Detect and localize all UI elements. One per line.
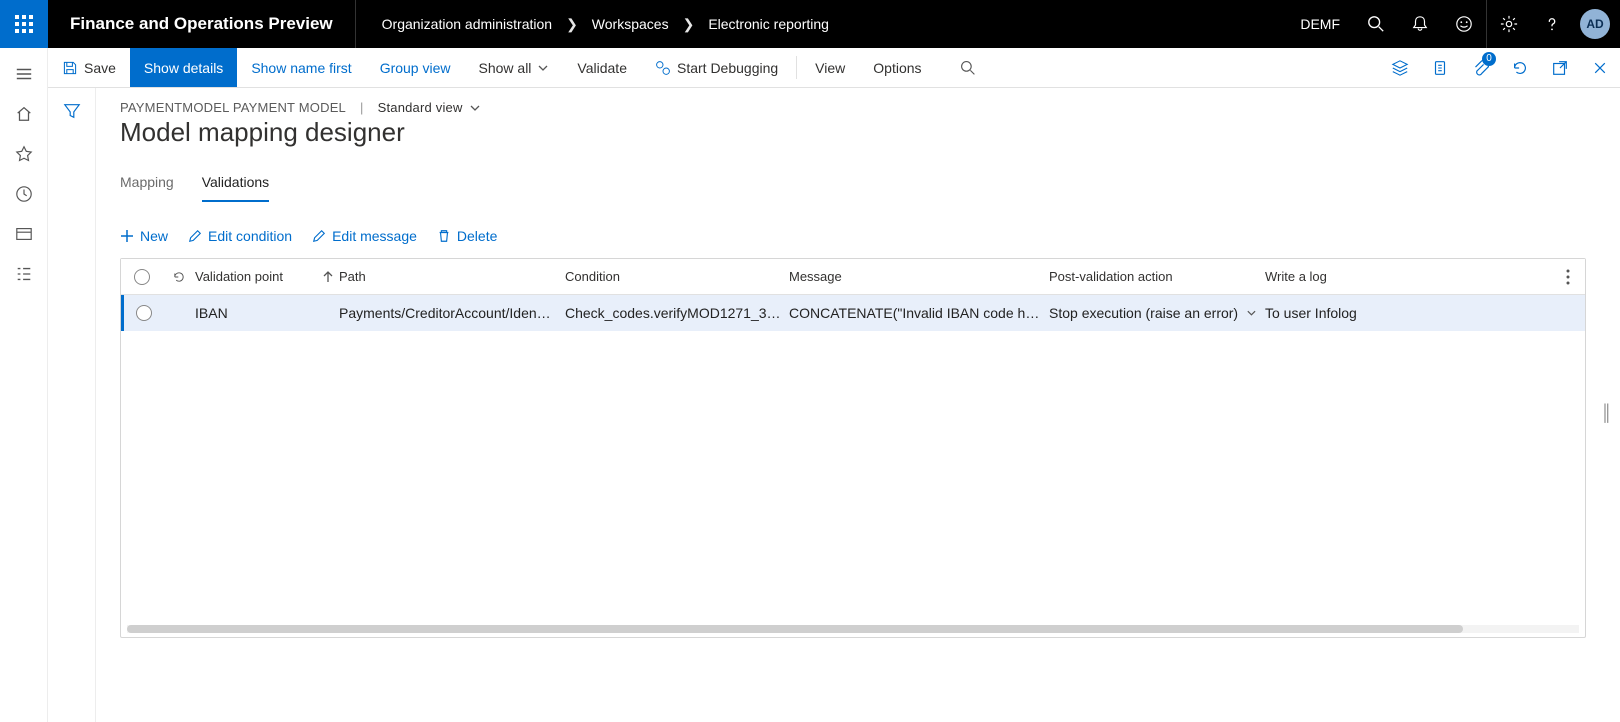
column-message[interactable]: Message xyxy=(789,269,1049,284)
cell-post-action[interactable]: Stop execution (raise an error) xyxy=(1049,305,1265,321)
cell-path: Payments/CreditorAccount/Iden… xyxy=(339,305,565,321)
nav-expand-button[interactable] xyxy=(0,54,48,94)
tab-validations[interactable]: Validations xyxy=(202,170,269,202)
app-name: Finance and Operations Preview xyxy=(48,0,356,48)
group-view-button[interactable]: Group view xyxy=(366,48,465,87)
validations-grid: Validation point Path Condition Message … xyxy=(120,258,1586,638)
page-caption: PAYMENTMODEL PAYMENT MODEL | Standard vi… xyxy=(120,100,1620,115)
page-search-button[interactable] xyxy=(948,48,988,88)
row-checkbox[interactable] xyxy=(124,305,163,321)
page-content: PAYMENTMODEL PAYMENT MODEL | Standard vi… xyxy=(96,88,1620,722)
column-path[interactable]: Path xyxy=(339,269,565,284)
action-bar-right: 0 xyxy=(1380,48,1620,87)
grid-column-options[interactable] xyxy=(1551,269,1585,285)
cell-validation-point: IBAN xyxy=(195,305,317,321)
chevron-right-icon: ❯ xyxy=(566,16,578,33)
chevron-right-icon: ❯ xyxy=(683,16,695,33)
favorites-icon[interactable] xyxy=(0,134,48,174)
save-label: Save xyxy=(84,60,116,76)
app-header: Finance and Operations Preview Organizat… xyxy=(0,0,1620,48)
edit-condition-button[interactable]: Edit condition xyxy=(188,228,292,244)
breadcrumb-item[interactable]: Organization administration xyxy=(382,16,552,32)
notifications-button[interactable] xyxy=(1398,0,1442,48)
filter-pane-toggle[interactable] xyxy=(48,88,96,722)
home-icon[interactable] xyxy=(0,94,48,134)
plus-icon xyxy=(120,229,134,243)
workspaces-icon[interactable] xyxy=(0,214,48,254)
modules-icon[interactable] xyxy=(0,254,48,294)
cell-message: CONCATENATE("Invalid IBAN code ha… xyxy=(789,305,1049,321)
horizontal-scrollbar[interactable] xyxy=(127,625,1579,633)
cell-condition: Check_codes.verifyMOD1271_3… xyxy=(565,305,789,321)
attachments-button[interactable]: 0 xyxy=(1460,48,1500,88)
search-button[interactable] xyxy=(1354,0,1398,48)
related-info-button[interactable] xyxy=(1380,48,1420,88)
new-button[interactable]: New xyxy=(120,228,168,244)
show-all-dropdown[interactable]: Show all xyxy=(465,48,564,87)
user-avatar[interactable]: AD xyxy=(1580,9,1610,39)
view-menu[interactable]: View xyxy=(801,48,859,87)
attachments-badge: 0 xyxy=(1482,52,1496,66)
tab-mapping[interactable]: Mapping xyxy=(120,170,174,202)
show-details-button[interactable]: Show details xyxy=(130,48,237,87)
filter-icon xyxy=(63,102,81,722)
column-condition[interactable]: Condition xyxy=(565,269,789,284)
save-button[interactable]: Save xyxy=(48,48,130,87)
arrow-up-icon xyxy=(323,271,333,283)
column-validation-point[interactable]: Validation point xyxy=(195,269,317,284)
separator: | xyxy=(360,100,364,115)
grid-refresh-button[interactable] xyxy=(163,270,195,284)
model-name: PAYMENTMODEL PAYMENT MODEL xyxy=(120,100,346,115)
pencil-icon xyxy=(312,229,326,243)
copy-button[interactable] xyxy=(1420,48,1460,88)
view-selector[interactable]: Standard view xyxy=(378,100,481,115)
save-icon xyxy=(62,60,78,76)
action-bar: Save Show details Show name first Group … xyxy=(48,48,1620,88)
page-title: Model mapping designer xyxy=(120,117,1620,148)
validate-button[interactable]: Validate xyxy=(563,48,641,87)
pane-resize-handle[interactable]: ║ xyxy=(1601,405,1612,423)
company-picker[interactable]: DEMF xyxy=(1286,16,1354,32)
breadcrumb: Organization administration ❯ Workspaces… xyxy=(356,16,829,33)
left-nav-rail xyxy=(0,48,48,722)
delete-button[interactable]: Delete xyxy=(437,228,497,244)
refresh-button[interactable] xyxy=(1500,48,1540,88)
edit-message-button[interactable]: Edit message xyxy=(312,228,417,244)
page-tabs: Mapping Validations xyxy=(120,170,1620,202)
trash-icon xyxy=(437,229,451,243)
recent-icon[interactable] xyxy=(0,174,48,214)
feedback-button[interactable] xyxy=(1442,0,1486,48)
show-name-first-button[interactable]: Show name first xyxy=(237,48,365,87)
open-new-window-button[interactable] xyxy=(1540,48,1580,88)
help-button[interactable] xyxy=(1530,0,1574,48)
separator xyxy=(796,56,797,79)
column-post-action[interactable]: Post-validation action xyxy=(1049,269,1265,284)
close-button[interactable] xyxy=(1580,48,1620,88)
settings-button[interactable] xyxy=(1486,0,1530,48)
table-row[interactable]: IBAN Payments/CreditorAccount/Iden… Chec… xyxy=(121,295,1585,331)
pencil-icon xyxy=(188,229,202,243)
breadcrumb-item[interactable]: Workspaces xyxy=(592,16,669,32)
grid-header: Validation point Path Condition Message … xyxy=(121,259,1585,295)
cell-write-log: To user Infolog xyxy=(1265,305,1551,321)
debug-icon xyxy=(655,60,671,76)
sort-indicator[interactable] xyxy=(317,271,339,283)
start-debugging-button[interactable]: Start Debugging xyxy=(641,48,792,87)
more-vertical-icon xyxy=(1566,269,1570,285)
select-all-checkbox[interactable] xyxy=(121,269,163,285)
breadcrumb-item[interactable]: Electronic reporting xyxy=(708,16,829,32)
chevron-down-icon xyxy=(537,62,549,74)
chevron-down-icon xyxy=(469,102,481,114)
column-write-log[interactable]: Write a log xyxy=(1265,269,1551,284)
topbar-right: DEMF AD xyxy=(1286,0,1620,48)
options-menu[interactable]: Options xyxy=(859,48,935,87)
grid-toolbar: New Edit condition Edit message Delete xyxy=(120,228,1620,244)
chevron-down-icon xyxy=(1246,307,1257,319)
app-launcher-button[interactable] xyxy=(0,0,48,48)
